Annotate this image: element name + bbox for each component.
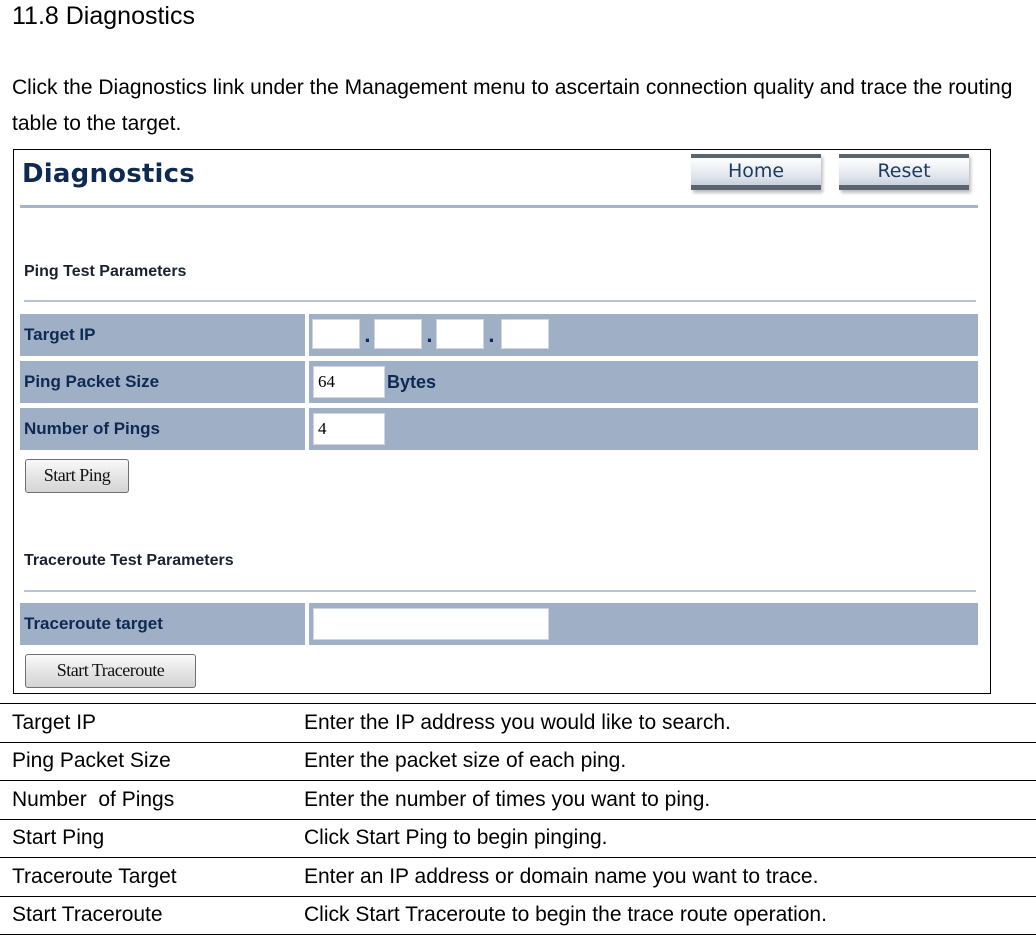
field-description-table: Target IP Enter the IP address you would…	[0, 703, 1036, 935]
table-row: Target IP Enter the IP address you would…	[0, 703, 1036, 743]
description-cell: Click Start Traceroute to begin the trac…	[292, 895, 1036, 935]
ip-octet-2-input[interactable]	[374, 319, 422, 349]
traceroute-target-value	[309, 603, 978, 645]
target-ip-row: Target IP . . .	[20, 314, 978, 356]
description-cell: Enter the packet size of each ping.	[292, 741, 1036, 781]
table-row: Number of Pings Enter the number of time…	[0, 780, 1036, 820]
section-heading: 11.8 Diagnostics	[12, 2, 195, 30]
ping-section-title: Ping Test Parameters	[24, 263, 187, 280]
home-button[interactable]: Home	[691, 154, 821, 190]
target-ip-label: Target IP	[20, 314, 305, 356]
packet-size-value: Bytes	[309, 361, 978, 403]
traceroute-section-title: Traceroute Test Parameters	[24, 552, 234, 569]
traceroute-target-input[interactable]	[313, 608, 549, 640]
term-cell: Number of Pings	[0, 780, 292, 820]
packet-size-row: Ping Packet Size Bytes	[20, 361, 978, 403]
ip-separator: .	[426, 326, 433, 347]
table-row: Traceroute Target Enter an IP address or…	[0, 857, 1036, 897]
number-of-pings-input[interactable]	[313, 413, 385, 445]
description-cell: Enter the number of times you want to pi…	[292, 780, 1036, 820]
term-cell: Start Traceroute	[0, 895, 292, 935]
traceroute-target-row: Traceroute target	[20, 603, 978, 645]
traceroute-section-divider	[24, 590, 976, 592]
term-cell: Target IP	[0, 703, 292, 743]
table-row: Ping Packet Size Enter the packet size o…	[0, 741, 1036, 781]
intro-paragraph: Click the Diagnostics link under the Man…	[12, 76, 1013, 135]
page-title: Diagnostics	[22, 159, 195, 189]
start-ping-button[interactable]: Start Ping	[25, 459, 129, 493]
target-ip-value: . . .	[309, 314, 978, 356]
term-cell: Ping Packet Size	[0, 741, 292, 781]
reset-button[interactable]: Reset	[839, 154, 969, 190]
diagnostics-screenshot: Diagnostics Home Reset Ping Test Paramet…	[13, 149, 991, 694]
ip-separator: .	[364, 326, 371, 347]
bytes-unit-label: Bytes	[387, 372, 437, 392]
number-of-pings-row: Number of Pings	[20, 408, 978, 450]
number-of-pings-label: Number of Pings	[20, 408, 305, 450]
number-of-pings-value	[309, 408, 978, 450]
description-cell: Enter an IP address or domain name you w…	[292, 857, 1036, 897]
packet-size-input[interactable]	[313, 366, 385, 398]
description-cell: Enter the IP address you would like to s…	[292, 703, 1036, 743]
ip-octet-1-input[interactable]	[312, 319, 360, 349]
start-traceroute-button[interactable]: Start Traceroute	[25, 654, 196, 688]
ip-separator: .	[488, 326, 495, 347]
title-divider	[20, 205, 978, 208]
ping-section-divider	[24, 300, 976, 302]
term-cell: Traceroute Target	[0, 857, 292, 897]
ip-octet-3-input[interactable]	[436, 319, 484, 349]
table-row: Start Traceroute Click Start Traceroute …	[0, 895, 1036, 935]
ip-octet-4-input[interactable]	[501, 319, 549, 349]
description-cell: Click Start Ping to begin pinging.	[292, 818, 1036, 858]
term-cell: Start Ping	[0, 818, 292, 858]
packet-size-label: Ping Packet Size	[20, 361, 305, 403]
table-row: Start Ping Click Start Ping to begin pin…	[0, 818, 1036, 858]
traceroute-target-label: Traceroute target	[20, 603, 305, 645]
